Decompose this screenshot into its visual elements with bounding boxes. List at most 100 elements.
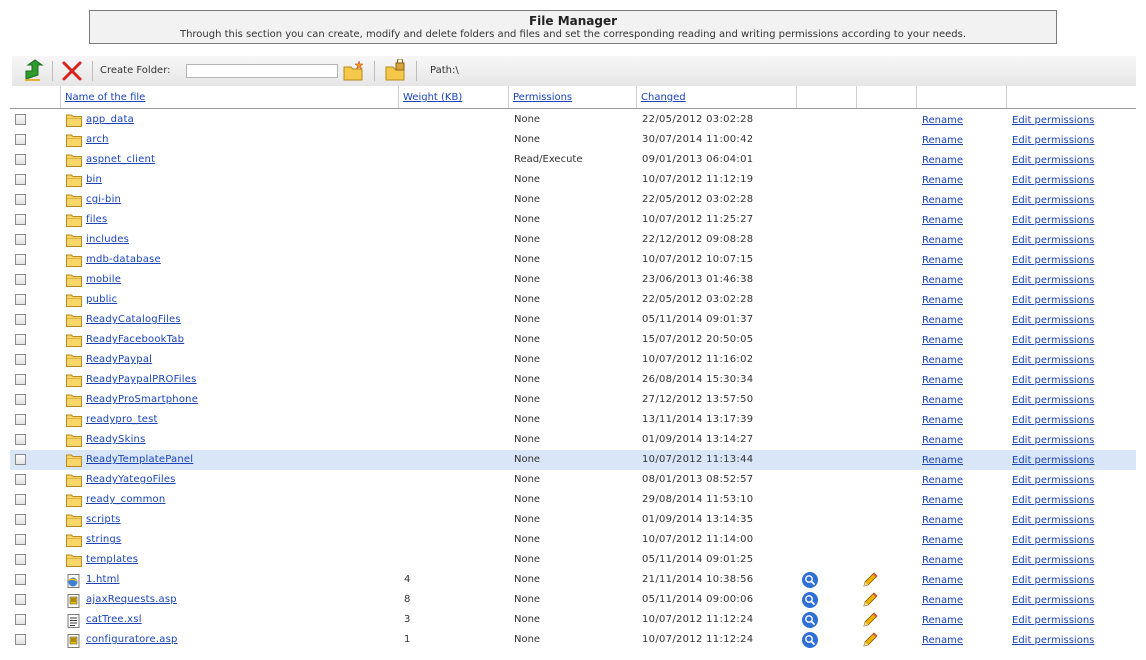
row-checkbox[interactable] [15,214,26,225]
edit-permissions-link[interactable]: Edit permissions [1012,395,1094,406]
table-row[interactable]: readypro_test None 13/11/2014 13:17:39 Rena… [10,410,1136,430]
table-row[interactable]: mdb-database None 10/07/2012 10:07:15 Renam… [10,250,1136,270]
new-folder-icon[interactable] [342,59,366,83]
row-checkbox[interactable] [15,614,26,625]
row-checkbox[interactable] [15,494,26,505]
row-checkbox[interactable] [15,374,26,385]
rename-link[interactable]: Rename [922,295,963,306]
table-row[interactable]: ReadyYategoFiles None 08/01/2013 08:52:57 R… [10,470,1136,490]
rename-link[interactable]: Rename [922,215,963,226]
sort-by-permissions-link[interactable]: Permissions [513,92,572,103]
sort-by-changed-link[interactable]: Changed [641,92,686,103]
row-checkbox[interactable] [15,354,26,365]
table-row[interactable]: ReadyPaypalPROFiles None 26/08/2014 15:30:… [10,370,1136,390]
table-row[interactable]: ReadyCatalogFiles None 05/11/2014 09:01:37… [10,310,1136,330]
rename-link[interactable]: Rename [922,535,963,546]
row-checkbox[interactable] [15,174,26,185]
file-name-link[interactable]: mdb-database [86,254,161,265]
rename-link[interactable]: Rename [922,455,963,466]
row-checkbox[interactable] [15,634,26,645]
table-row[interactable]: ajaxRequests.asp 8 None 05/11/2014 09:00:06… [10,590,1136,610]
edit-permissions-link[interactable]: Edit permissions [1012,135,1094,146]
rename-link[interactable]: Rename [922,515,963,526]
table-row[interactable]: 1.html 4 None 21/11/2014 10:38:56 Rename Edit… [10,570,1136,590]
table-row[interactable]: configuratore.asp 1 None 10/07/2012 11:12:2… [10,630,1136,650]
edit-permissions-link[interactable]: Edit permissions [1012,615,1094,626]
rename-link[interactable]: Rename [922,315,963,326]
table-row[interactable]: public None 22/05/2012 03:02:28 Rename Edit … [10,290,1136,310]
file-name-link[interactable]: ajaxRequests.asp [86,594,177,605]
file-name-link[interactable]: ReadyPaypal [86,354,152,365]
edit-permissions-link[interactable]: Edit permissions [1012,555,1094,566]
rename-link[interactable]: Rename [922,635,963,646]
edit-permissions-link[interactable]: Edit permissions [1012,115,1094,126]
create-folder-input[interactable] [186,64,338,78]
row-checkbox[interactable] [15,554,26,565]
rename-link[interactable]: Rename [922,395,963,406]
edit-permissions-link[interactable]: Edit permissions [1012,535,1094,546]
rename-link[interactable]: Rename [922,475,963,486]
rename-link[interactable]: Rename [922,435,963,446]
file-name-link[interactable]: cgi-bin [86,194,121,205]
file-name-link[interactable]: includes [86,234,129,245]
table-row[interactable]: templates None 05/11/2014 09:01:25 Rename Ed… [10,550,1136,570]
edit-permissions-link[interactable]: Edit permissions [1012,315,1094,326]
view-file-icon[interactable] [801,631,819,649]
rename-link[interactable]: Rename [922,335,963,346]
file-name-link[interactable]: app_data [86,114,134,125]
table-row[interactable]: files None 10/07/2012 11:25:27 Rename Edit p… [10,210,1136,230]
row-checkbox[interactable] [15,574,26,585]
row-checkbox[interactable] [15,434,26,445]
folder-permissions-icon[interactable] [384,59,408,83]
file-name-link[interactable]: ReadySkins [86,434,146,445]
file-name-link[interactable]: readypro_test [86,414,158,425]
edit-permissions-link[interactable]: Edit permissions [1012,255,1094,266]
edit-permissions-link[interactable]: Edit permissions [1012,195,1094,206]
file-name-link[interactable]: bin [86,174,102,185]
edit-file-icon[interactable] [861,591,879,609]
rename-link[interactable]: Rename [922,135,963,146]
rename-link[interactable]: Rename [922,415,963,426]
row-checkbox[interactable] [15,314,26,325]
edit-permissions-link[interactable]: Edit permissions [1012,235,1094,246]
file-name-link[interactable]: public [86,294,117,305]
file-name-link[interactable]: ready_common [86,494,165,505]
rename-link[interactable]: Rename [922,615,963,626]
row-checkbox[interactable] [15,234,26,245]
view-file-icon[interactable] [801,591,819,609]
file-name-link[interactable]: aspnet_client [86,154,155,165]
table-row[interactable]: aspnet_client Read/Execute 09/01/2013 06:0… [10,150,1136,170]
row-checkbox[interactable] [15,274,26,285]
row-checkbox[interactable] [15,194,26,205]
file-name-link[interactable]: ReadyCatalogFiles [86,314,181,325]
row-checkbox[interactable] [15,594,26,605]
rename-link[interactable]: Rename [922,355,963,366]
row-checkbox[interactable] [15,454,26,465]
table-row[interactable]: ReadyTemplatePanel None 10/07/2012 11:13:4… [10,450,1136,470]
edit-permissions-link[interactable]: Edit permissions [1012,295,1094,306]
row-checkbox[interactable] [15,334,26,345]
file-name-link[interactable]: catTree.xsl [86,614,142,625]
edit-permissions-link[interactable]: Edit permissions [1012,155,1094,166]
edit-file-icon[interactable] [861,571,879,589]
file-name-link[interactable]: ReadyYategoFiles [86,474,176,485]
table-row[interactable]: app_data None 22/05/2012 03:02:28 Rename Edi… [10,110,1136,130]
rename-link[interactable]: Rename [922,495,963,506]
table-row[interactable]: includes None 22/12/2012 09:08:28 Rename Edi… [10,230,1136,250]
row-checkbox[interactable] [15,514,26,525]
edit-permissions-link[interactable]: Edit permissions [1012,475,1094,486]
table-row[interactable]: catTree.xsl 3 None 10/07/2012 11:12:24 Renam… [10,610,1136,630]
edit-permissions-link[interactable]: Edit permissions [1012,335,1094,346]
table-row[interactable]: mobile None 23/06/2013 01:46:38 Rename Edit … [10,270,1136,290]
table-row[interactable]: ReadyProSmartphone None 27/12/2012 13:57:5… [10,390,1136,410]
table-row[interactable]: strings None 10/07/2012 11:14:00 Rename Edit… [10,530,1136,550]
sort-by-weight-link[interactable]: Weight (KB) [403,92,462,103]
edit-permissions-link[interactable]: Edit permissions [1012,415,1094,426]
rename-link[interactable]: Rename [922,375,963,386]
table-row[interactable]: ReadySkins None 01/09/2014 13:14:27 Rename E… [10,430,1136,450]
rename-link[interactable]: Rename [922,195,963,206]
up-folder-icon[interactable] [22,59,46,83]
edit-permissions-link[interactable]: Edit permissions [1012,275,1094,286]
edit-permissions-link[interactable]: Edit permissions [1012,635,1094,646]
file-name-link[interactable]: files [86,214,107,225]
